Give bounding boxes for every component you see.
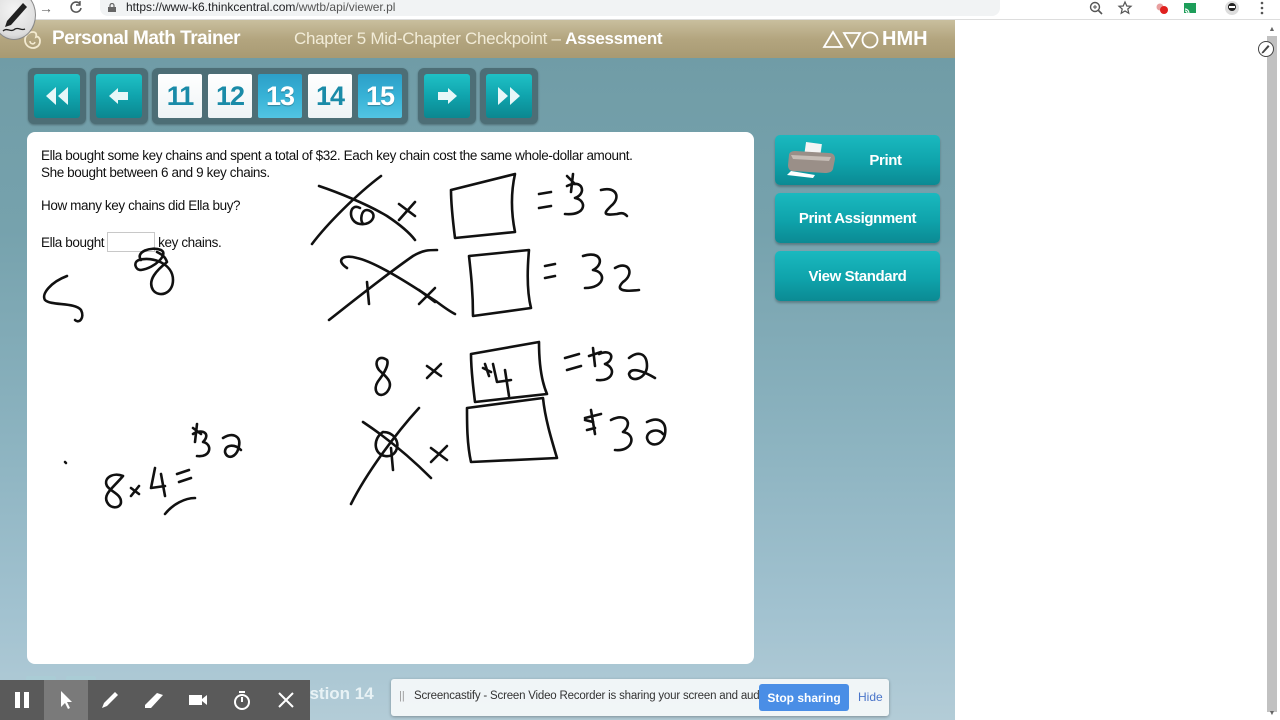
forward-arrow-icon: → [39, 0, 53, 16]
stopwatch-icon [234, 691, 250, 710]
question-15-button[interactable]: 15 [358, 74, 402, 118]
cursor-icon [61, 691, 72, 709]
ink-row-6 [310, 172, 629, 246]
ink-row-7 [327, 248, 641, 322]
webcam-toggle-button[interactable] [176, 680, 220, 720]
pen-icon [2, 3, 27, 32]
question-14-button[interactable]: 14 [308, 74, 352, 118]
last-question-button[interactable] [486, 74, 532, 118]
question-11-button[interactable]: 11 [158, 74, 202, 118]
zoom-icon[interactable] [1088, 0, 1104, 16]
eraser-icon [145, 693, 163, 708]
url-path: /wwtb/api/viewer.pl [295, 0, 396, 14]
rewind-icon [46, 87, 68, 105]
answer-input[interactable] [107, 232, 156, 252]
question-12-button[interactable]: 12 [208, 74, 252, 118]
cursor-tool-button[interactable] [44, 680, 88, 720]
publisher-logo: HMH [882, 28, 928, 50]
drag-grip[interactable]: || [399, 690, 405, 702]
answer-row: Ella bought key chains. [41, 232, 222, 252]
reload-icon [70, 1, 82, 13]
scroll-down-arrow[interactable]: ▼ [1266, 710, 1278, 718]
arrow-right-icon [438, 88, 457, 104]
pause-recording-button[interactable] [0, 680, 44, 720]
ink-row-9 [349, 396, 667, 506]
print-button[interactable]: Print [775, 135, 940, 185]
print-label: Print [869, 151, 902, 169]
question-13-button[interactable]: 13 [258, 74, 302, 118]
arrow-left-icon [109, 88, 128, 104]
answer-suffix: key chains. [158, 234, 222, 250]
question-text: Ella bought some key chains and spent a … [41, 147, 633, 181]
browser-toolbar: → https://www-k6.thinkcentral.com/wwtb/a… [0, 0, 1280, 20]
app-header: Personal Math Trainer Chapter 5 Mid-Chap… [0, 20, 955, 58]
sharing-message: Screencastify - Screen Video Recorder is… [414, 690, 771, 702]
ink-row-8 [374, 340, 657, 404]
view-standard-button[interactable]: View Standard [775, 251, 940, 301]
eraser-tool-button[interactable] [132, 680, 176, 720]
annotate-pencil-button[interactable] [1258, 41, 1274, 57]
url-text[interactable]: https://www-k6.thinkcentral.com/wwtb/api… [126, 0, 395, 15]
brand-name: Personal Math Trainer [52, 28, 241, 49]
question-counter: estion 14 [300, 684, 374, 703]
close-toolbar-button[interactable] [264, 680, 308, 720]
screencastify-extension-icon[interactable] [1154, 0, 1170, 16]
answer-prefix: Ella bought [41, 234, 105, 250]
url-host: https://www-k6.thinkcentral.com [126, 0, 296, 14]
title-bold: Assessment [565, 29, 663, 48]
nav-prev-group [90, 68, 148, 124]
scroll-up-arrow[interactable]: ▲ [1266, 26, 1278, 34]
pmt-app: Personal Math Trainer Chapter 5 Mid-Chap… [0, 20, 955, 720]
forward-button[interactable]: → [36, 0, 56, 20]
print-assignment-button[interactable]: Print Assignment [775, 193, 940, 243]
nav-first-group [28, 68, 86, 124]
screencastify-toolbar [0, 680, 310, 720]
nav-next-group [418, 68, 476, 124]
page-title: Chapter 5 Mid-Chapter Checkpoint – Asses… [294, 29, 663, 49]
screen-sharing-bar: || Screencastify - Screen Video Recorder… [391, 679, 889, 716]
title-prefix: Chapter 5 Mid-Chapter Checkpoint – [294, 29, 566, 48]
hide-link[interactable]: Hide [858, 690, 883, 704]
cast-extension-icon[interactable] [1182, 0, 1198, 16]
question-line-2: She bought between 6 and 9 key chains. [41, 165, 270, 180]
reload-button[interactable] [66, 0, 86, 20]
timer-button[interactable] [220, 680, 264, 720]
ink-left-notes [42, 247, 243, 516]
pencil-tool-icon [102, 692, 118, 708]
screen: → https://www-k6.thinkcentral.com/wwtb/a… [0, 0, 1280, 720]
first-question-button[interactable] [34, 74, 80, 118]
pen-tool-button[interactable] [88, 680, 132, 720]
bookmark-star-icon[interactable] [1117, 0, 1133, 16]
hmh-shapes-logo-icon [822, 30, 879, 49]
profile-avatar-icon[interactable] [1224, 0, 1240, 16]
question-panel: Ella bought some key chains and spent a … [27, 132, 754, 664]
close-icon [278, 692, 294, 708]
nav-last-group [480, 68, 538, 124]
view-standard-label: View Standard [808, 267, 907, 285]
stop-sharing-button[interactable]: Stop sharing [759, 684, 849, 711]
question-line-1: Ella bought some key chains and spent a … [41, 148, 633, 163]
fast-forward-icon [498, 87, 520, 105]
lock-icon [108, 3, 116, 12]
print-assignment-label: Print Assignment [798, 209, 917, 227]
previous-question-button[interactable] [96, 74, 142, 118]
scrollbar-thumb[interactable] [1267, 36, 1277, 712]
pencil-icon [1261, 45, 1270, 54]
pause-icon [15, 692, 29, 708]
video-camera-icon [189, 695, 207, 705]
printer-icon [787, 141, 835, 178]
annotation-pen-badge[interactable] [0, 0, 36, 40]
browser-menu-icon[interactable] [1254, 0, 1270, 16]
question-prompt: How many key chains did Ella buy? [41, 198, 241, 213]
question-number-group: 11 12 13 14 15 [152, 68, 408, 124]
blank-pane [955, 20, 1280, 720]
next-question-button[interactable] [424, 74, 470, 118]
